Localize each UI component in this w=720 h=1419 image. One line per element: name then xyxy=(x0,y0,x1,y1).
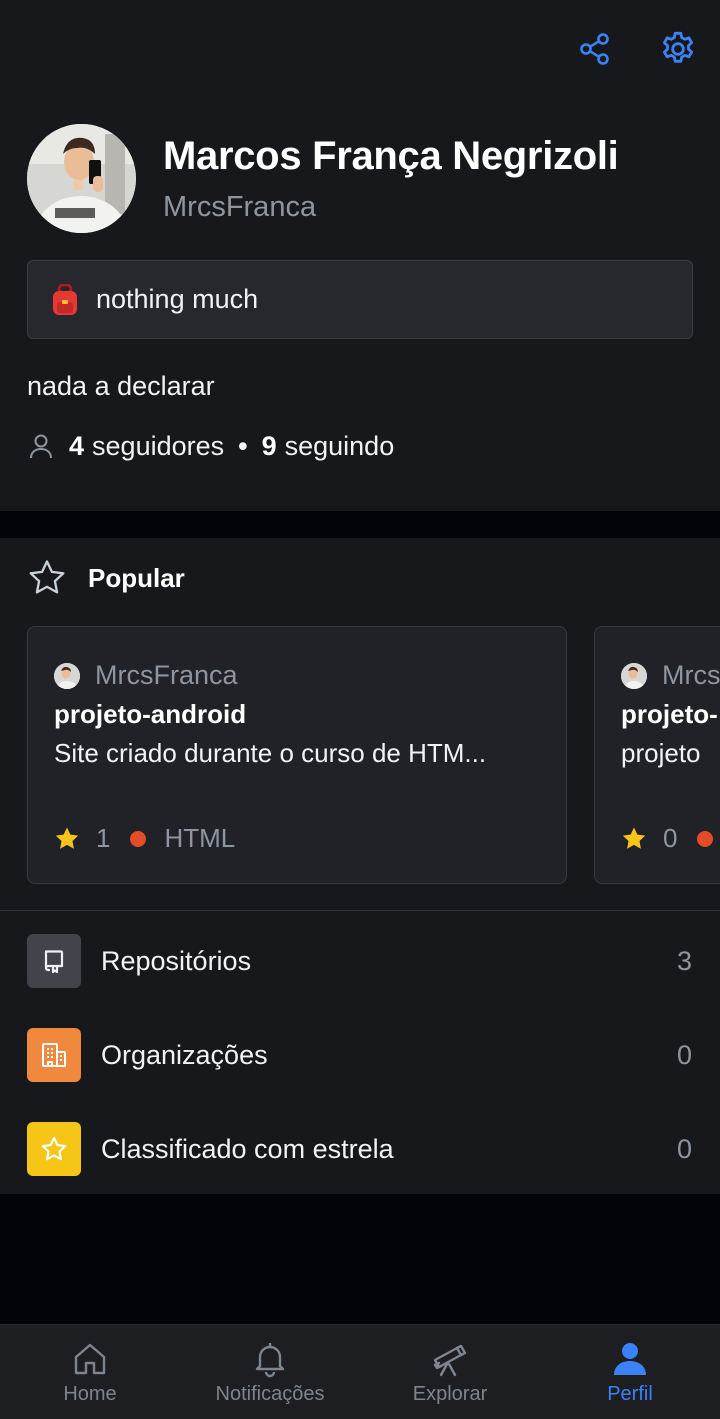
person-icon xyxy=(30,434,52,459)
avatar[interactable] xyxy=(27,124,136,233)
profile-name: Marcos França Negrizoli xyxy=(163,134,619,178)
bottom-nav: Home Notificações Explorar Perfil xyxy=(0,1324,720,1419)
language-color-dot xyxy=(130,830,147,847)
organization-icon xyxy=(27,1028,81,1082)
menu-count: 3 xyxy=(676,945,692,976)
settings-button[interactable] xyxy=(656,27,700,71)
nav-label: Notificações xyxy=(215,1383,325,1405)
owner-avatar xyxy=(54,662,80,689)
repo-name: projeto-android xyxy=(54,699,247,729)
owner-avatar xyxy=(621,662,647,689)
menu-item-organizations[interactable]: Organizações 0 xyxy=(0,1008,720,1102)
menu-item-repositories[interactable]: Repositórios 3 xyxy=(0,914,720,1008)
nav-label: Explorar xyxy=(412,1383,488,1405)
nav-label: Perfil xyxy=(607,1383,653,1405)
repo-card[interactable]: MrcsFranca projeto-android Site criado d… xyxy=(27,626,567,884)
nav-profile[interactable]: Perfil xyxy=(540,1325,720,1419)
share-icon xyxy=(580,33,609,65)
repo-language: HTML xyxy=(164,823,236,853)
profile-username: MrcsFranca xyxy=(163,191,317,223)
repo-description: Site criado durante o curso de HTM... xyxy=(54,738,487,768)
repo-stars: 0 xyxy=(663,823,678,853)
bell-icon xyxy=(255,1343,285,1378)
divider xyxy=(0,910,720,911)
repo-card[interactable]: MrcsFranca projeto- projeto 0 xyxy=(594,626,720,884)
nav-label: Home xyxy=(63,1383,117,1405)
star-filled-icon xyxy=(622,827,646,849)
card-owner-name: MrcsFranca xyxy=(95,660,238,690)
menu-item-starred[interactable]: Classificado com estrela 0 xyxy=(0,1102,720,1196)
star-filled-icon xyxy=(55,827,79,849)
home-icon xyxy=(74,1343,106,1375)
followers-count: 4 xyxy=(69,430,85,461)
status-box[interactable]: nothing much xyxy=(27,260,693,339)
language-color-dot xyxy=(697,830,714,847)
gear-icon xyxy=(662,31,694,63)
menu-count: 0 xyxy=(676,1039,692,1070)
star-icon xyxy=(27,1122,81,1176)
repo-description: projeto xyxy=(621,738,701,768)
share-button[interactable] xyxy=(573,27,617,71)
separator-dot: • xyxy=(238,430,248,461)
menu-label: Classificado com estrela xyxy=(101,1133,394,1164)
card-owner-name: MrcsFranca xyxy=(662,660,720,690)
following-count: 9 xyxy=(261,430,277,461)
menu-label: Organizações xyxy=(101,1039,268,1070)
repo-meta: 1 HTML xyxy=(54,823,235,854)
popular-header: Popular xyxy=(27,558,185,598)
school-bag-icon xyxy=(53,283,77,315)
profile-header: Marcos França Negrizoli MrcsFranca nothi… xyxy=(0,0,720,511)
nav-home[interactable]: Home xyxy=(0,1325,180,1419)
star-outline-icon xyxy=(29,560,65,594)
repo-meta: 0 xyxy=(621,823,720,854)
telescope-icon xyxy=(433,1344,467,1377)
nav-notifications[interactable]: Notificações xyxy=(180,1325,360,1419)
card-owner: MrcsFranca xyxy=(54,660,238,691)
status-text: nothing much xyxy=(96,284,259,314)
repo-name: projeto- xyxy=(621,699,718,729)
card-owner: MrcsFranca xyxy=(621,660,720,691)
nav-explore[interactable]: Explorar xyxy=(360,1325,540,1419)
menu-label: Repositórios xyxy=(101,945,252,976)
repo-stars: 1 xyxy=(96,823,111,853)
followers-label: seguidores xyxy=(92,430,225,461)
person-icon xyxy=(614,1343,646,1375)
following-label: seguindo xyxy=(284,430,395,461)
profile-content: Popular MrcsFranca projeto-android Site … xyxy=(0,538,720,1194)
follow-stats[interactable]: 4 seguidores • 9 seguindo xyxy=(27,428,394,464)
popular-title: Popular xyxy=(88,562,185,593)
menu-count: 0 xyxy=(676,1133,692,1164)
profile-bio: nada a declarar xyxy=(27,371,215,401)
profile-photo xyxy=(27,124,136,233)
repo-icon xyxy=(27,934,81,988)
